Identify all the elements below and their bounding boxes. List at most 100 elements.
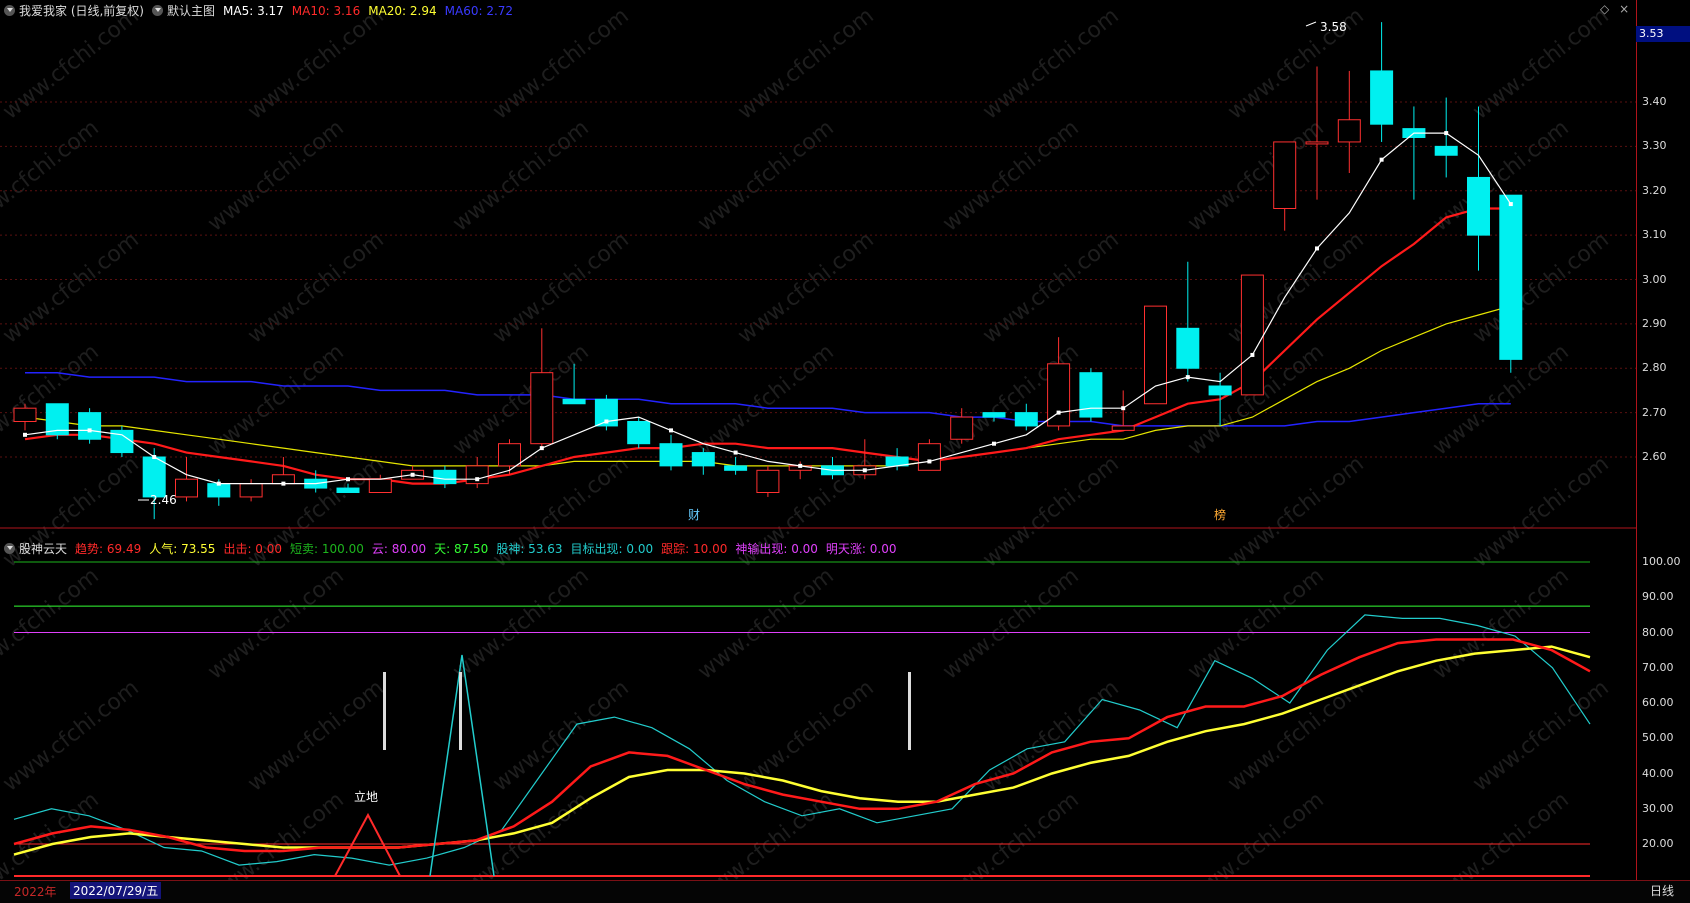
candle-body: [175, 478, 198, 498]
indicator-value-5: 天: 87.50: [434, 542, 489, 556]
indicator-tick-label: 90.00: [1642, 590, 1674, 604]
candle-body: [756, 469, 780, 493]
ma5-point: [346, 477, 350, 482]
marker-bang: 榜: [1214, 507, 1226, 522]
watermark-text: www.cfchi.com: [448, 787, 593, 880]
signal-bar: [459, 672, 462, 750]
indicator-value-4: 云: 80.00: [371, 542, 427, 556]
chevron-down-icon[interactable]: [4, 5, 15, 16]
chevron-down-icon[interactable]: [4, 543, 15, 554]
high-label: 3.58: [1320, 20, 1347, 34]
watermark-text: www.cfchi.com: [1468, 227, 1613, 348]
ma5-point: [475, 477, 480, 482]
ma5-point: [539, 446, 544, 451]
watermark-text: www.cfchi.com: [1428, 787, 1573, 880]
ma5-point: [87, 428, 92, 433]
ma20-value: MA20: 2.94: [368, 4, 437, 18]
candle-body: [1240, 274, 1264, 396]
watermark-text: www.cfchi.com: [1223, 3, 1368, 124]
ma5-point: [281, 481, 286, 486]
indicator-value-3: 短卖: 100.00: [290, 542, 364, 556]
watermark-text: www.cfchi.com: [733, 227, 878, 348]
ma5-point: [1379, 157, 1384, 162]
candle-body: [950, 416, 974, 440]
indicator-value-10: 明天涨: 0.00: [825, 542, 897, 556]
candle-body: [659, 443, 683, 467]
candle-body: [1273, 141, 1297, 209]
watermark-text: www.cfchi.com: [938, 115, 1083, 236]
indicator-value-1: 人气: 73.55: [149, 542, 216, 556]
candle-body: [691, 452, 715, 467]
indicator-tick-label: 20.00: [1642, 837, 1674, 850]
watermark-text: www.cfchi.com: [978, 675, 1123, 796]
ma5-value: MA5: 3.17: [223, 4, 284, 18]
price-tick-label: 3.30: [1642, 139, 1667, 153]
price-tick-label: 3.20: [1642, 183, 1667, 197]
candle-body: [239, 483, 263, 498]
watermark-text: www.cfchi.com: [203, 787, 348, 880]
watermark-text: www.cfchi.com: [203, 115, 348, 236]
price-tick-label: 3.40: [1642, 95, 1667, 108]
candle-body: [1305, 141, 1329, 145]
main-chart-legend: 我爱我家 (日线,前复权) 默认主图 MA5: 3.17 MA10: 3.16 MA20…: [4, 2, 521, 19]
watermark-text: www.cfchi.com: [1468, 3, 1613, 124]
candle-body: [1499, 194, 1523, 360]
watermark-layer: www.cfchi.com www.cfchi.com www.cfchi.com w…: [0, 3, 1614, 880]
watermark-text: www.cfchi.com: [488, 227, 633, 348]
chevron-down-icon[interactable]: [152, 5, 163, 16]
watermark-text: www.cfchi.com: [1468, 675, 1613, 796]
watermark-text: www.cfchi.com: [243, 227, 388, 348]
candle-body: [1144, 305, 1167, 405]
ma5-point: [410, 472, 415, 477]
period-button[interactable]: 日线: [1650, 882, 1674, 899]
watermark-text: www.cfchi.com: [978, 451, 1123, 572]
candle-body: [13, 407, 37, 422]
watermark-text: www.cfchi.com: [488, 3, 633, 124]
candle-body: [1370, 70, 1394, 125]
candle-body: [1208, 385, 1232, 396]
ma10-value: MA10: 3.16: [291, 4, 361, 18]
watermark-text: www.cfchi.com: [203, 339, 348, 460]
watermark-text: www.cfchi.com: [0, 563, 104, 684]
candle-body: [433, 469, 457, 485]
candle-body: [724, 465, 748, 471]
candle-body: [917, 443, 941, 471]
watermark-text: www.cfchi.com: [243, 675, 388, 796]
price-tick-label: 2.80: [1642, 361, 1667, 375]
ma5-point: [733, 450, 738, 455]
year-label: 2022年: [14, 885, 57, 899]
candle-body: [498, 443, 521, 467]
watermark-text: www.cfchi.com: [488, 675, 633, 796]
watermark-text: www.cfchi.com: [243, 3, 388, 124]
indicator-tick-label: 70.00: [1642, 660, 1674, 674]
ma10-polyline: [24, 207, 1511, 485]
candle-body: [1337, 119, 1361, 143]
watermark-text: www.cfchi.com: [448, 115, 593, 236]
candle-body: [1047, 363, 1071, 427]
marker-cai: 财: [688, 508, 700, 522]
watermark-text: www.cfchi.com: [693, 563, 838, 684]
indicator-values: 趋势: 69.49 人气: 73.55 出击: 0.00 短卖: 100.00 云: 8…: [75, 542, 904, 556]
current-price-tag: 3.53: [1636, 26, 1690, 42]
ma5-point: [23, 432, 27, 437]
ma5-point: [1056, 410, 1061, 415]
ma5-point: [992, 441, 996, 446]
indicator-tick-label: 30.00: [1642, 801, 1674, 815]
ma5-point: [1250, 352, 1255, 357]
candle-body: [1079, 372, 1103, 418]
price-tick-label: 2.60: [1642, 450, 1667, 463]
chart-canvas[interactable]: www.cfchi.com www.cfchi.com www.cfchi.com w…: [0, 0, 1636, 880]
watermark-text: www.cfchi.com: [733, 3, 878, 124]
close-icon[interactable]: ×: [1619, 2, 1629, 16]
lidi-label: 立地: [354, 789, 378, 804]
candle-body: [142, 456, 166, 498]
indicator-value-6: 股神: 53.63: [496, 542, 563, 556]
signal-bar: [383, 672, 386, 750]
ma5-point: [604, 419, 609, 424]
candle-body: [368, 478, 392, 493]
low-label: 2.46: [150, 493, 177, 507]
diamond-icon[interactable]: ◇: [1600, 2, 1609, 16]
candle-body: [1434, 145, 1458, 156]
watermark-text: www.cfchi.com: [448, 563, 593, 684]
watermark-text: www.cfchi.com: [938, 563, 1083, 684]
